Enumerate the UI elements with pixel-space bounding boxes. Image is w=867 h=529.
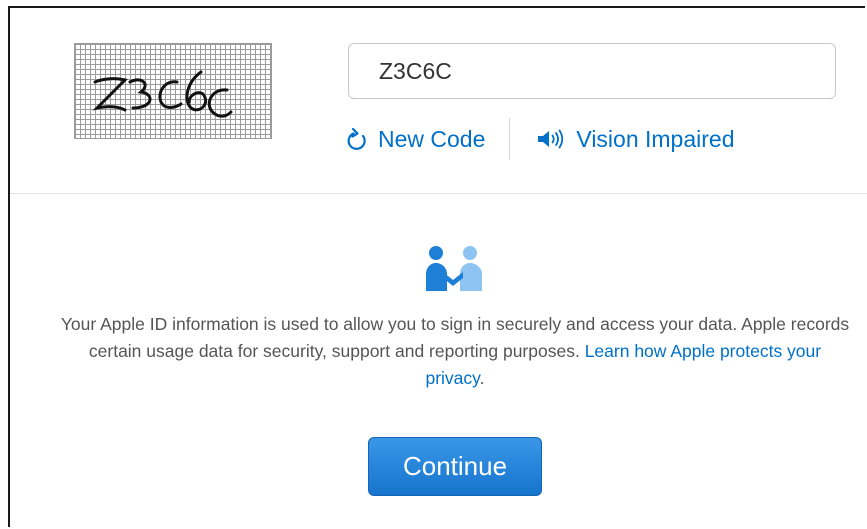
captcha-links: New Code Vision Impaired xyxy=(346,118,735,160)
people-handshake-icon xyxy=(425,244,485,297)
continue-button[interactable]: Continue xyxy=(368,437,542,496)
vision-impaired-link[interactable]: Vision Impaired xyxy=(536,125,735,153)
captcha-glyphs xyxy=(92,70,233,118)
privacy-notice: Your Apple ID information is used to all… xyxy=(60,311,850,392)
privacy-trailing: . xyxy=(479,368,485,388)
captcha-input[interactable] xyxy=(348,43,836,99)
refresh-icon xyxy=(346,127,368,151)
captcha-image xyxy=(74,43,272,139)
speaker-icon xyxy=(536,128,566,150)
vision-impaired-label: Vision Impaired xyxy=(576,125,735,152)
new-code-link[interactable]: New Code xyxy=(346,126,485,153)
section-divider xyxy=(10,193,867,194)
new-code-label: New Code xyxy=(378,125,486,152)
links-separator xyxy=(509,118,511,160)
